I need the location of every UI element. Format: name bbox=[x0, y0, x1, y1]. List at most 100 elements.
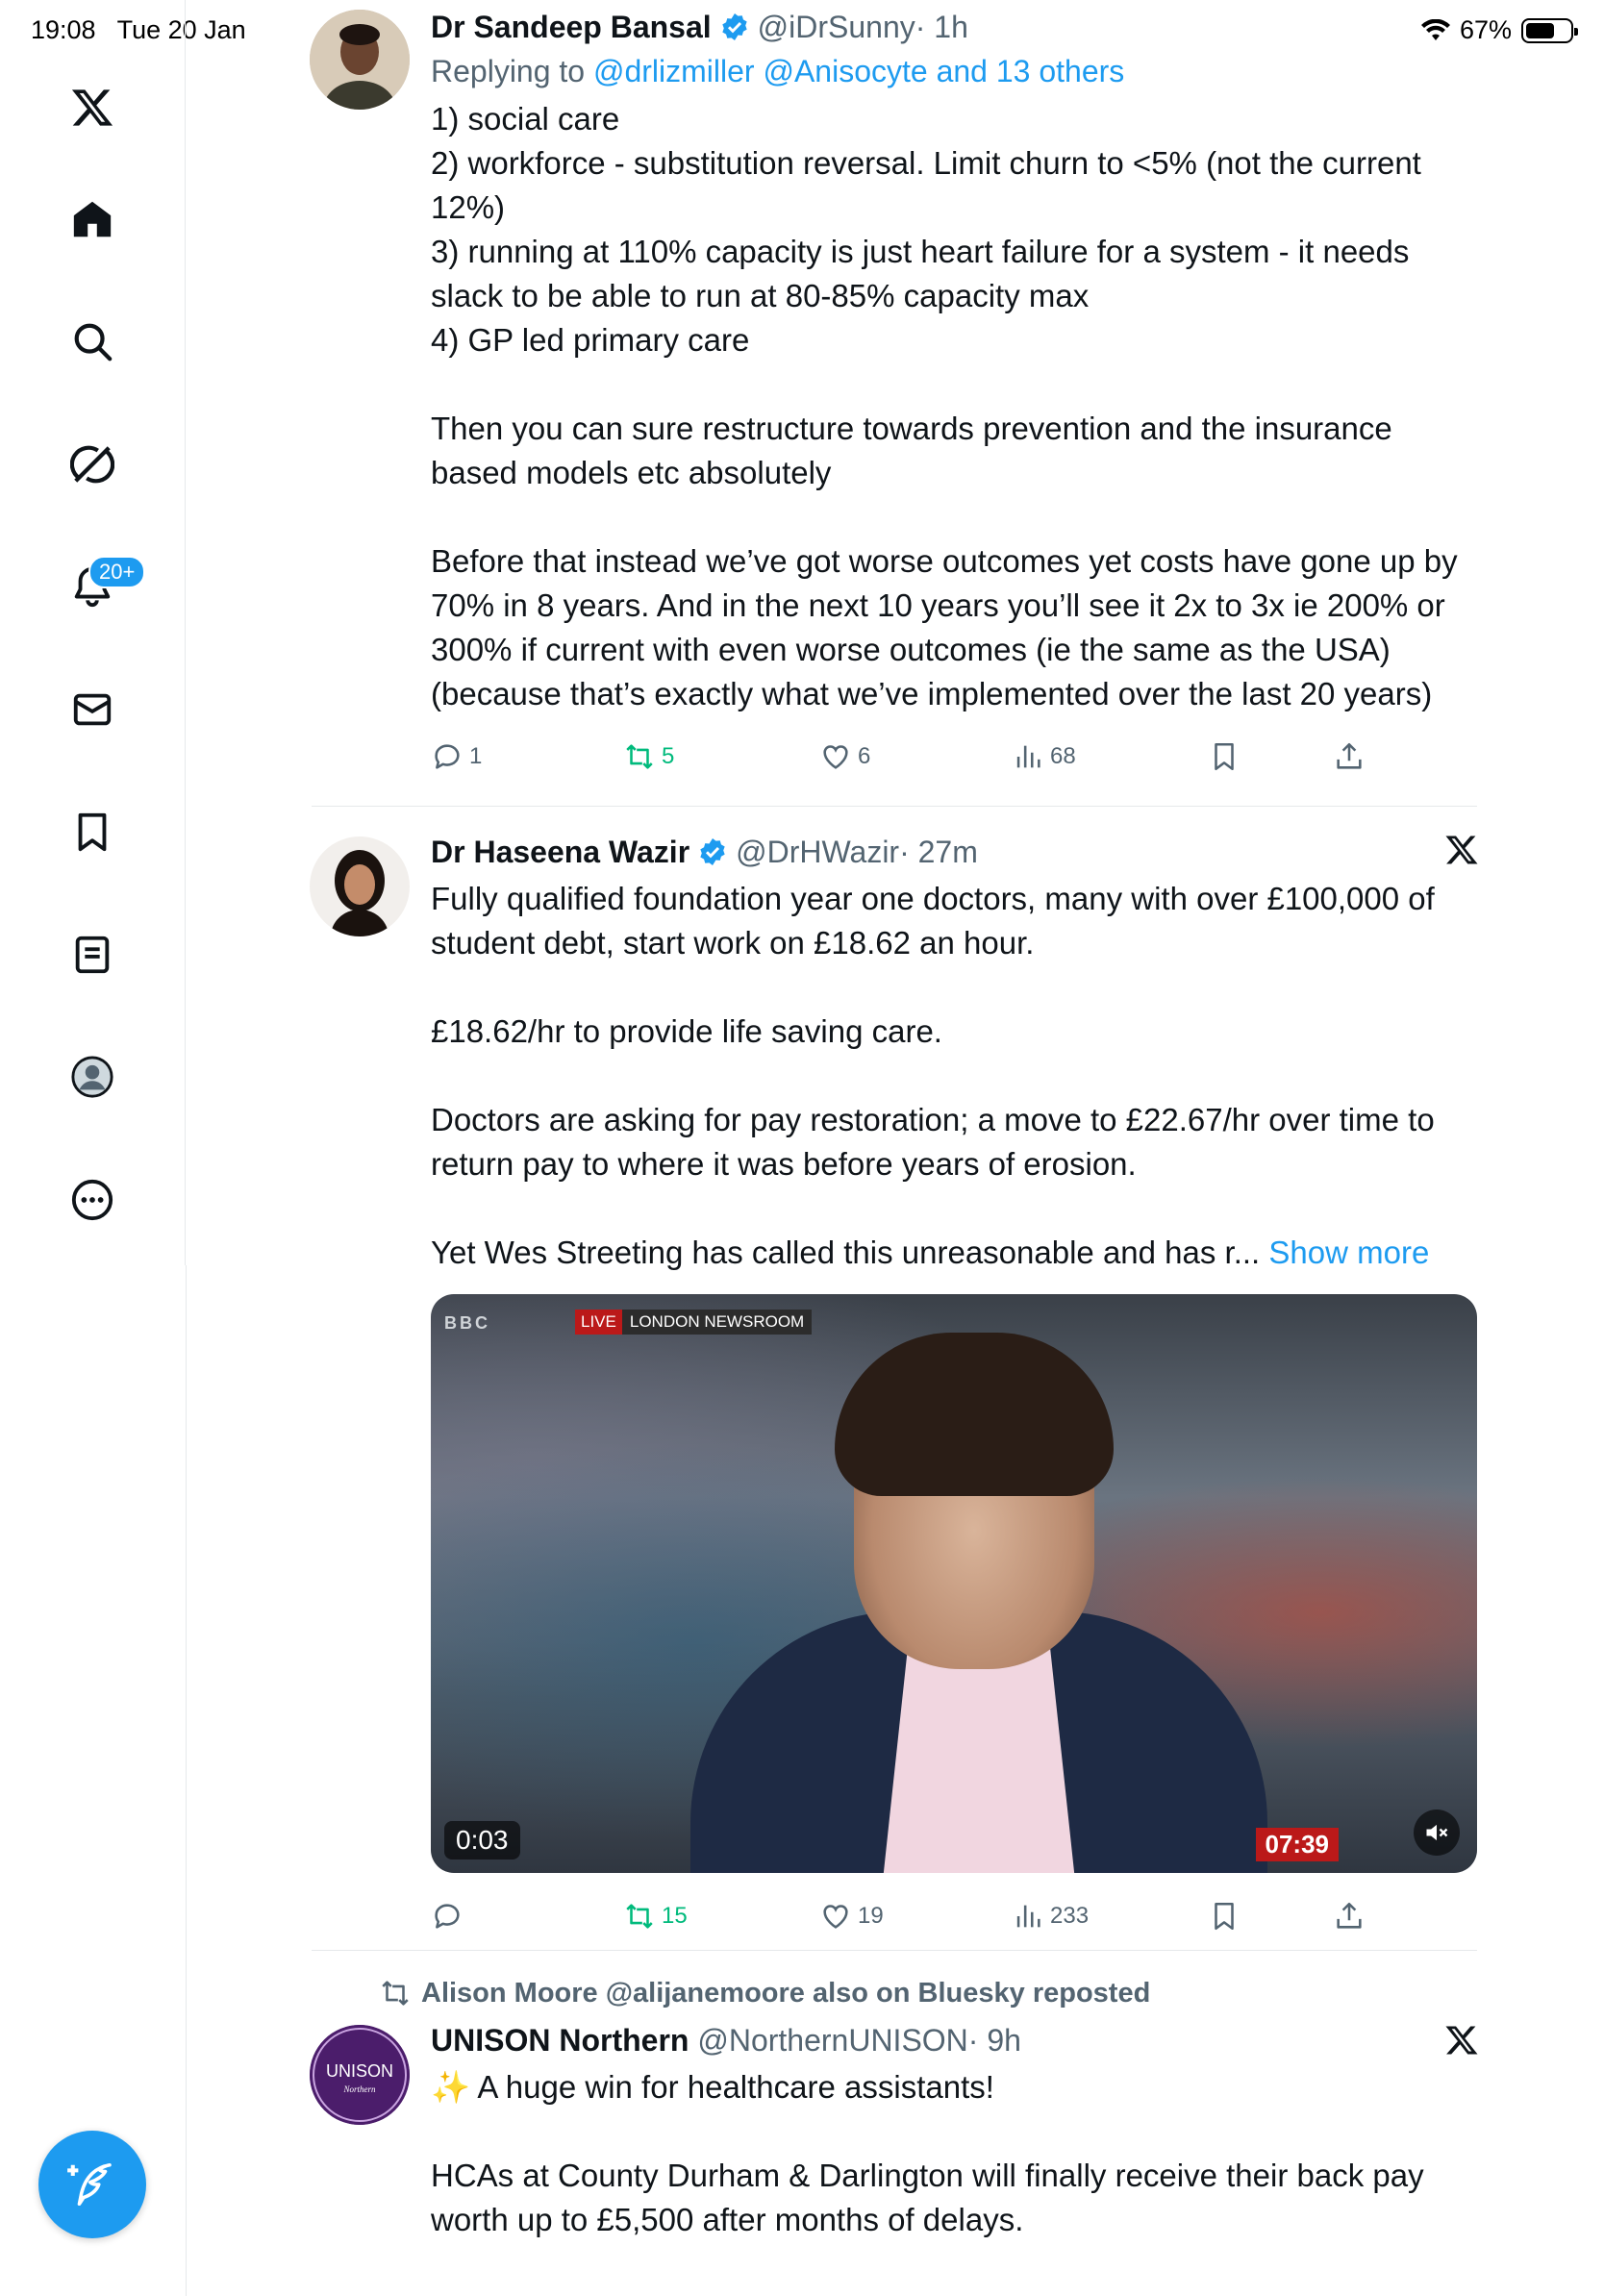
tweet-text: Fully qualified foundation year one doct… bbox=[431, 877, 1479, 1275]
tweet-line bbox=[431, 362, 1479, 407]
broadcast-clock: 07:39 bbox=[1255, 1828, 1339, 1861]
banner-text: LONDON NEWSROOM bbox=[621, 1310, 813, 1335]
truncated-text: Yet Wes Streeting has called this unreas… bbox=[431, 1235, 1269, 1270]
tweet-text: ✨ A huge win for healthcare assistants! … bbox=[431, 2065, 1479, 2242]
reply-icon bbox=[435, 744, 460, 769]
x-logo-icon[interactable] bbox=[62, 77, 123, 138]
heart-icon bbox=[823, 745, 848, 769]
author-handle[interactable]: @iDrSunny bbox=[758, 10, 915, 45]
bookmark-button[interactable] bbox=[1208, 740, 1241, 773]
repost-context[interactable]: Alison Moore @alijanemoore also on Blues… bbox=[379, 1977, 1150, 2009]
views-count: 68 bbox=[1050, 743, 1076, 769]
author-name[interactable]: Dr Haseena Wazir bbox=[431, 835, 689, 870]
tweet-line: 4) GP led primary care bbox=[431, 322, 750, 358]
like-count: 19 bbox=[858, 1903, 884, 1929]
compose-icon bbox=[67, 2162, 112, 2207]
tweet-line bbox=[431, 1054, 1479, 1098]
video-player[interactable]: BBC LIVE LONDON NEWSROOM 0:03 07:39 bbox=[431, 1294, 1477, 1873]
tweet-line bbox=[431, 1186, 1479, 1231]
tweet-line bbox=[431, 2109, 1479, 2154]
tweet-line: 3) running at 110% capacity is just hear… bbox=[431, 234, 1410, 313]
avatar[interactable] bbox=[310, 10, 410, 110]
tweet-time: · 27m bbox=[899, 834, 978, 869]
compose-button[interactable] bbox=[38, 2131, 146, 2238]
repost-by-text: Alison Moore @alijanemoore also on Blues… bbox=[421, 1977, 1151, 2009]
tweet-line: Before that instead we’ve got worse outc… bbox=[431, 543, 1458, 711]
tweet-text: 1) social care 2) workforce - substituti… bbox=[431, 97, 1479, 716]
show-more-link[interactable]: Show more bbox=[1268, 1235, 1429, 1270]
avatar-subtext: Northern bbox=[342, 2084, 376, 2094]
x-logo-icon bbox=[1445, 2026, 1478, 2055]
tweet-time: · 9h bbox=[967, 2022, 1021, 2058]
reply-button[interactable]: 1 bbox=[431, 740, 482, 773]
repost-icon bbox=[626, 1904, 653, 1929]
repost-button[interactable]: 5 bbox=[623, 740, 674, 773]
avatar[interactable]: UNISON Northern bbox=[310, 2025, 410, 2125]
replying-to-prefix: Replying to bbox=[431, 54, 593, 88]
tweet-line bbox=[431, 965, 1479, 1010]
tweet-line: Then you can sure restructure towards pr… bbox=[431, 411, 1392, 490]
avatar[interactable] bbox=[310, 836, 410, 936]
mute-button[interactable] bbox=[1414, 1809, 1460, 1856]
tweet-divider bbox=[312, 1950, 1477, 1951]
tweet-line: HCAs at County Durham & Darlington will … bbox=[431, 2158, 1424, 2237]
views-button[interactable]: 233 bbox=[1012, 1900, 1089, 1933]
views-chart-icon bbox=[1016, 1905, 1040, 1928]
x-logo-icon bbox=[1445, 836, 1478, 864]
replying-to: Replying to @drlizmiller @Anisocyte and … bbox=[431, 54, 1479, 89]
reply-count: 1 bbox=[469, 743, 483, 769]
bookmark-icon bbox=[1215, 1902, 1234, 1931]
tweet-header: Dr Haseena Wazir @DrHWazir · 27m bbox=[431, 831, 1479, 873]
tweet-content: Dr Sandeep Bansal @iDrSunny · 1h Replyin… bbox=[431, 6, 1479, 716]
grok-icon[interactable] bbox=[62, 434, 123, 495]
tweet-header: Dr Sandeep Bansal @iDrSunny · 1h bbox=[431, 6, 1479, 48]
tweet-line: Fully qualified foundation year one doct… bbox=[431, 881, 1435, 961]
share-button[interactable] bbox=[1333, 1900, 1366, 1933]
reply-button[interactable] bbox=[431, 1900, 469, 1933]
verified-badge-icon bbox=[721, 13, 747, 40]
tweet-time: · 1h bbox=[915, 9, 968, 44]
repost-count: 15 bbox=[662, 1903, 688, 1929]
author-handle[interactable]: @DrHWazir bbox=[736, 835, 899, 870]
home-icon[interactable] bbox=[62, 188, 123, 250]
views-button[interactable]: 68 bbox=[1012, 740, 1076, 773]
bbc-logo: BBC bbox=[444, 1313, 490, 1333]
tweet-actions: 1 5 6 68 bbox=[431, 740, 1392, 779]
author-handle[interactable]: @NorthernUNISON bbox=[697, 2023, 967, 2059]
tweet-line-truncated: Yet Wes Streeting has called this unreas… bbox=[431, 1231, 1479, 1275]
lists-icon[interactable] bbox=[62, 924, 123, 986]
repost-button[interactable]: 15 bbox=[623, 1900, 688, 1933]
tweet-content: UNISON Northern @NorthernUNISON · 9h ✨ A… bbox=[431, 2019, 1479, 2242]
like-button[interactable]: 19 bbox=[819, 1900, 884, 1933]
tweet-content: Dr Haseena Wazir @DrHWazir · 27m Fully q… bbox=[431, 831, 1479, 1275]
sidebar-border bbox=[186, 1265, 187, 2296]
bookmark-button[interactable] bbox=[1208, 1900, 1241, 1933]
more-options-icon[interactable] bbox=[62, 1169, 123, 1231]
author-name[interactable]: Dr Sandeep Bansal bbox=[431, 10, 712, 45]
replying-to-link[interactable]: @drlizmiller @Anisocyte and 13 others bbox=[593, 54, 1124, 88]
like-button[interactable]: 6 bbox=[819, 740, 870, 773]
video-elapsed: 0:03 bbox=[444, 1821, 520, 1859]
tweet-line: 2) workforce - substitution reversal. Li… bbox=[431, 145, 1421, 225]
views-count: 233 bbox=[1050, 1903, 1090, 1929]
notifications-badge: 20+ bbox=[88, 556, 146, 588]
bookmarks-icon[interactable] bbox=[62, 801, 123, 862]
sidebar-nav: 20+ bbox=[0, 0, 186, 1265]
reply-icon bbox=[435, 1904, 460, 1929]
bookmark-icon bbox=[1215, 742, 1234, 771]
muted-speaker-icon bbox=[1426, 1824, 1448, 1841]
share-button[interactable] bbox=[1333, 740, 1366, 773]
search-icon[interactable] bbox=[62, 311, 123, 372]
profile-avatar-icon[interactable] bbox=[62, 1046, 123, 1108]
heart-icon bbox=[823, 1905, 848, 1929]
author-name[interactable]: UNISON Northern bbox=[431, 2023, 689, 2059]
tweet-line: ✨ A huge win for healthcare assistants! bbox=[431, 2069, 994, 2105]
battery-icon bbox=[1521, 17, 1578, 43]
avatar-text: UNISON bbox=[326, 2061, 393, 2081]
repost-icon bbox=[626, 744, 653, 769]
messages-icon[interactable] bbox=[62, 679, 123, 740]
tweet-header: UNISON Northern @NorthernUNISON · 9h bbox=[431, 2019, 1479, 2061]
repost-icon bbox=[382, 1981, 409, 2006]
views-chart-icon bbox=[1016, 745, 1040, 768]
tweet-line bbox=[431, 495, 1479, 539]
